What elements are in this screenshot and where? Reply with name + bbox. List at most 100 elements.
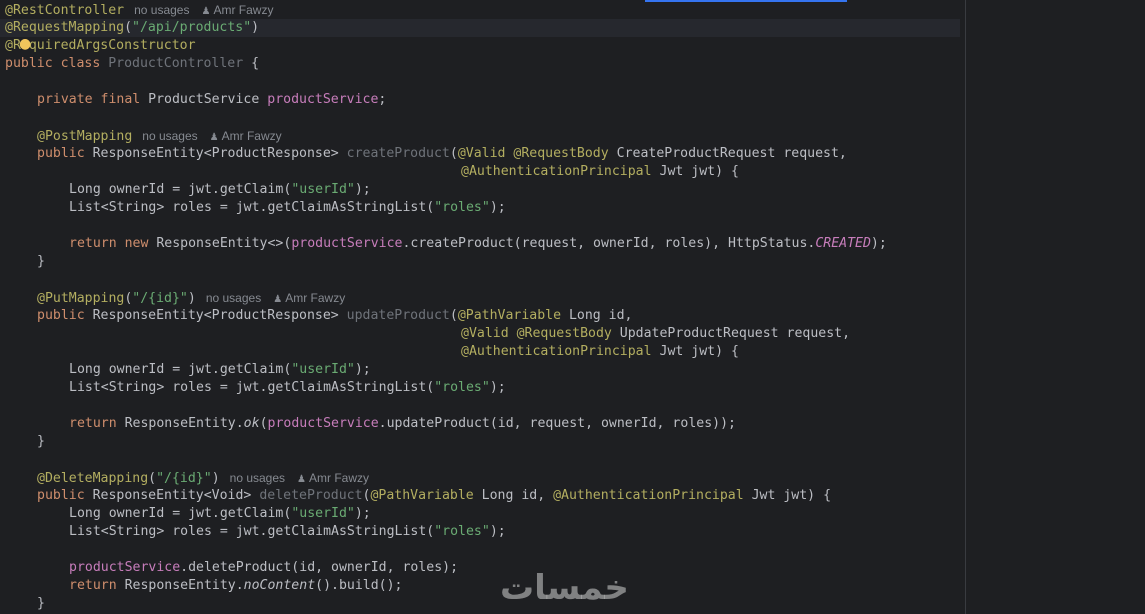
usages-hint[interactable]: no usages — [142, 129, 197, 143]
owner-id-stmt: Long ownerId = jwt.getClaim( — [69, 182, 292, 197]
author-name: Amr Fawzy — [309, 471, 369, 485]
paren-open: ( — [259, 416, 268, 431]
class-name: ProductController — [108, 56, 244, 71]
code-editor[interactable]: @RestController no usages ♟ Amr Fawzy @Requ… — [0, 0, 1145, 614]
stmt-end: ); — [354, 506, 371, 521]
author-hint[interactable]: ♟ Amr Fawzy — [273, 291, 345, 305]
annotation-request-mapping: @RequestMapping — [5, 20, 125, 35]
author-hint[interactable]: ♟ Amr Fawzy — [297, 471, 369, 485]
stmt-end: ); — [354, 362, 371, 377]
code-line-owner-id[interactable]: Long ownerId = jwt.getClaim("userId"); — [69, 181, 371, 199]
code-line-update-signature-cont2[interactable]: @AuthenticationPrincipal Jwt jwt) { — [461, 343, 739, 361]
author-hint[interactable]: ♟ Amr Fawzy — [210, 129, 282, 143]
code-line-roles[interactable]: List<String> roles = jwt.getClaimAsStrin… — [69, 199, 506, 217]
string-user-id: "userId" — [291, 506, 355, 521]
field-product-service: productService — [291, 236, 403, 251]
code-line-close-brace[interactable]: } — [37, 595, 45, 613]
code-line-field[interactable]: private final ProductService productServ… — [37, 91, 386, 109]
paren-open: ( — [124, 20, 133, 35]
annotation-auth-principal: @AuthenticationPrincipal — [461, 344, 660, 359]
annotation-valid-requestbody: @Valid @RequestBody — [457, 146, 617, 161]
user-icon: ♟ — [273, 294, 283, 305]
intention-bulb-icon[interactable]: ● — [19, 35, 31, 53]
field-product-service: productService — [267, 92, 379, 107]
code-line-create-signature-cont[interactable]: @AuthenticationPrincipal Jwt jwt) { — [461, 163, 739, 181]
user-icon: ♟ — [201, 6, 211, 17]
code-line-class-declaration[interactable]: public class ProductController { — [5, 55, 259, 73]
method-name-create: createProduct — [346, 146, 450, 161]
param-jwt: Jwt jwt) { — [659, 164, 739, 179]
paren-close: ) — [251, 20, 260, 35]
usages-hint[interactable]: no usages — [134, 3, 189, 17]
annotation-rest-controller: @RestController — [5, 3, 125, 18]
string-api-products: "/api/products" — [132, 20, 252, 35]
author-name: Amr Fawzy — [285, 291, 346, 305]
roles-stmt: List<String> roles = jwt.getClaimAsStrin… — [69, 380, 435, 395]
stmt-end: ); — [489, 380, 506, 395]
code-line-delete-signature[interactable]: public ResponseEntity<Void> deleteProduc… — [37, 487, 831, 505]
code-line-create-signature[interactable]: public ResponseEntity<ProductResponse> c… — [37, 145, 847, 163]
user-icon: ♟ — [297, 474, 306, 485]
code-line-required-args[interactable]: @RequiredArgsConstructor ● — [5, 35, 196, 55]
code-line-create-return[interactable]: return new ResponseEntity<>(productServi… — [69, 235, 887, 253]
author-hint[interactable]: ♟ Amr Fawzy — [201, 3, 273, 17]
paren-close: ) — [187, 291, 196, 306]
annotation-required-args: RequiredArgsConstructor — [12, 38, 196, 53]
method-ok: ok — [243, 416, 260, 431]
code-line-roles[interactable]: List<String> roles = jwt.getClaimAsStrin… — [69, 379, 506, 397]
param-id: Long id, — [481, 488, 554, 503]
owner-id-stmt: Long ownerId = jwt.getClaim( — [69, 362, 292, 377]
response-entity: ResponseEntity. — [124, 416, 244, 431]
code-line-owner-id[interactable]: Long ownerId = jwt.getClaim("userId"); — [69, 505, 371, 523]
code-line-close-brace[interactable]: } — [37, 433, 45, 451]
stmt-end: ); — [489, 524, 506, 539]
right-margin-guide — [965, 0, 966, 614]
paren-open: ( — [449, 308, 458, 323]
param-jwt: Jwt jwt) { — [751, 488, 832, 503]
code-line-post-mapping[interactable]: @PostMapping no usages ♟ Amr Fawzy — [37, 127, 282, 145]
delete-call: .deleteProduct(id, ownerId, roles); — [180, 560, 459, 575]
roles-stmt: List<String> roles = jwt.getClaimAsStrin… — [69, 524, 435, 539]
code-line-update-signature-cont1[interactable]: @Valid @RequestBody UpdateProductRequest… — [461, 325, 850, 343]
code-line-update-signature[interactable]: public ResponseEntity<ProductResponse> u… — [37, 307, 633, 325]
method-name-update: updateProduct — [346, 308, 450, 323]
user-icon: ♟ — [209, 132, 219, 143]
watermark-logo: خمسات — [500, 568, 629, 608]
roles-stmt: List<String> roles = jwt.getClaimAsStrin… — [69, 200, 435, 215]
horizontal-scroll-indicator[interactable] — [645, 0, 847, 2]
field-product-service: productService — [69, 560, 181, 575]
code-line-delete-mapping[interactable]: @DeleteMapping("/{id}") no usages ♟ Amr Faw… — [37, 469, 369, 487]
usages-hint[interactable]: no usages — [230, 471, 285, 485]
code-line-roles[interactable]: List<String> roles = jwt.getClaimAsStrin… — [69, 523, 506, 541]
code-line-delete-return[interactable]: return ResponseEntity.noContent().build(… — [69, 577, 402, 595]
annotation-path-variable: @PathVariable — [457, 308, 569, 323]
owner-id-stmt: Long ownerId = jwt.getClaim( — [69, 506, 292, 521]
method-no-content: noContent — [243, 578, 316, 593]
create-call: .createProduct(request, ownerId, roles),… — [402, 236, 816, 251]
keyword-public: public — [37, 146, 93, 161]
stmt-end: ); — [489, 200, 506, 215]
constant-created: CREATED — [815, 236, 871, 251]
code-line-close-brace[interactable]: } — [37, 253, 45, 271]
annotation-at: @ — [5, 38, 13, 53]
response-entity: ResponseEntity. — [124, 578, 244, 593]
code-line-update-return[interactable]: return ResponseEntity.ok(productService.… — [69, 415, 736, 433]
keyword-return-new: return new — [69, 236, 157, 251]
code-line-owner-id[interactable]: Long ownerId = jwt.getClaim("userId"); — [69, 361, 371, 379]
keyword-return: return — [69, 416, 125, 431]
code-line-delete-call[interactable]: productService.deleteProduct(id, ownerId… — [69, 559, 458, 577]
brace-close: } — [37, 434, 45, 449]
code-line-request-mapping[interactable]: @RequestMapping("/api/products") — [0, 19, 960, 37]
keyword-public-class: public class — [5, 56, 109, 71]
brace-close: } — [37, 254, 45, 269]
paren-open: ( — [449, 146, 458, 161]
code-line-put-mapping[interactable]: @PutMapping("/{id}") no usages ♟ Amr Fawzy — [37, 289, 345, 307]
stmt-end: ); — [870, 236, 887, 251]
code-line-rest-controller[interactable]: @RestController no usages ♟ Amr Fawzy — [5, 1, 273, 19]
param-request: UpdateProductRequest request, — [619, 326, 851, 341]
usages-hint[interactable]: no usages — [206, 291, 261, 305]
string-user-id: "userId" — [291, 362, 355, 377]
stmt-end: ); — [354, 182, 371, 197]
field-type: ProductService — [148, 92, 268, 107]
annotation-auth-principal: @AuthenticationPrincipal — [461, 164, 660, 179]
